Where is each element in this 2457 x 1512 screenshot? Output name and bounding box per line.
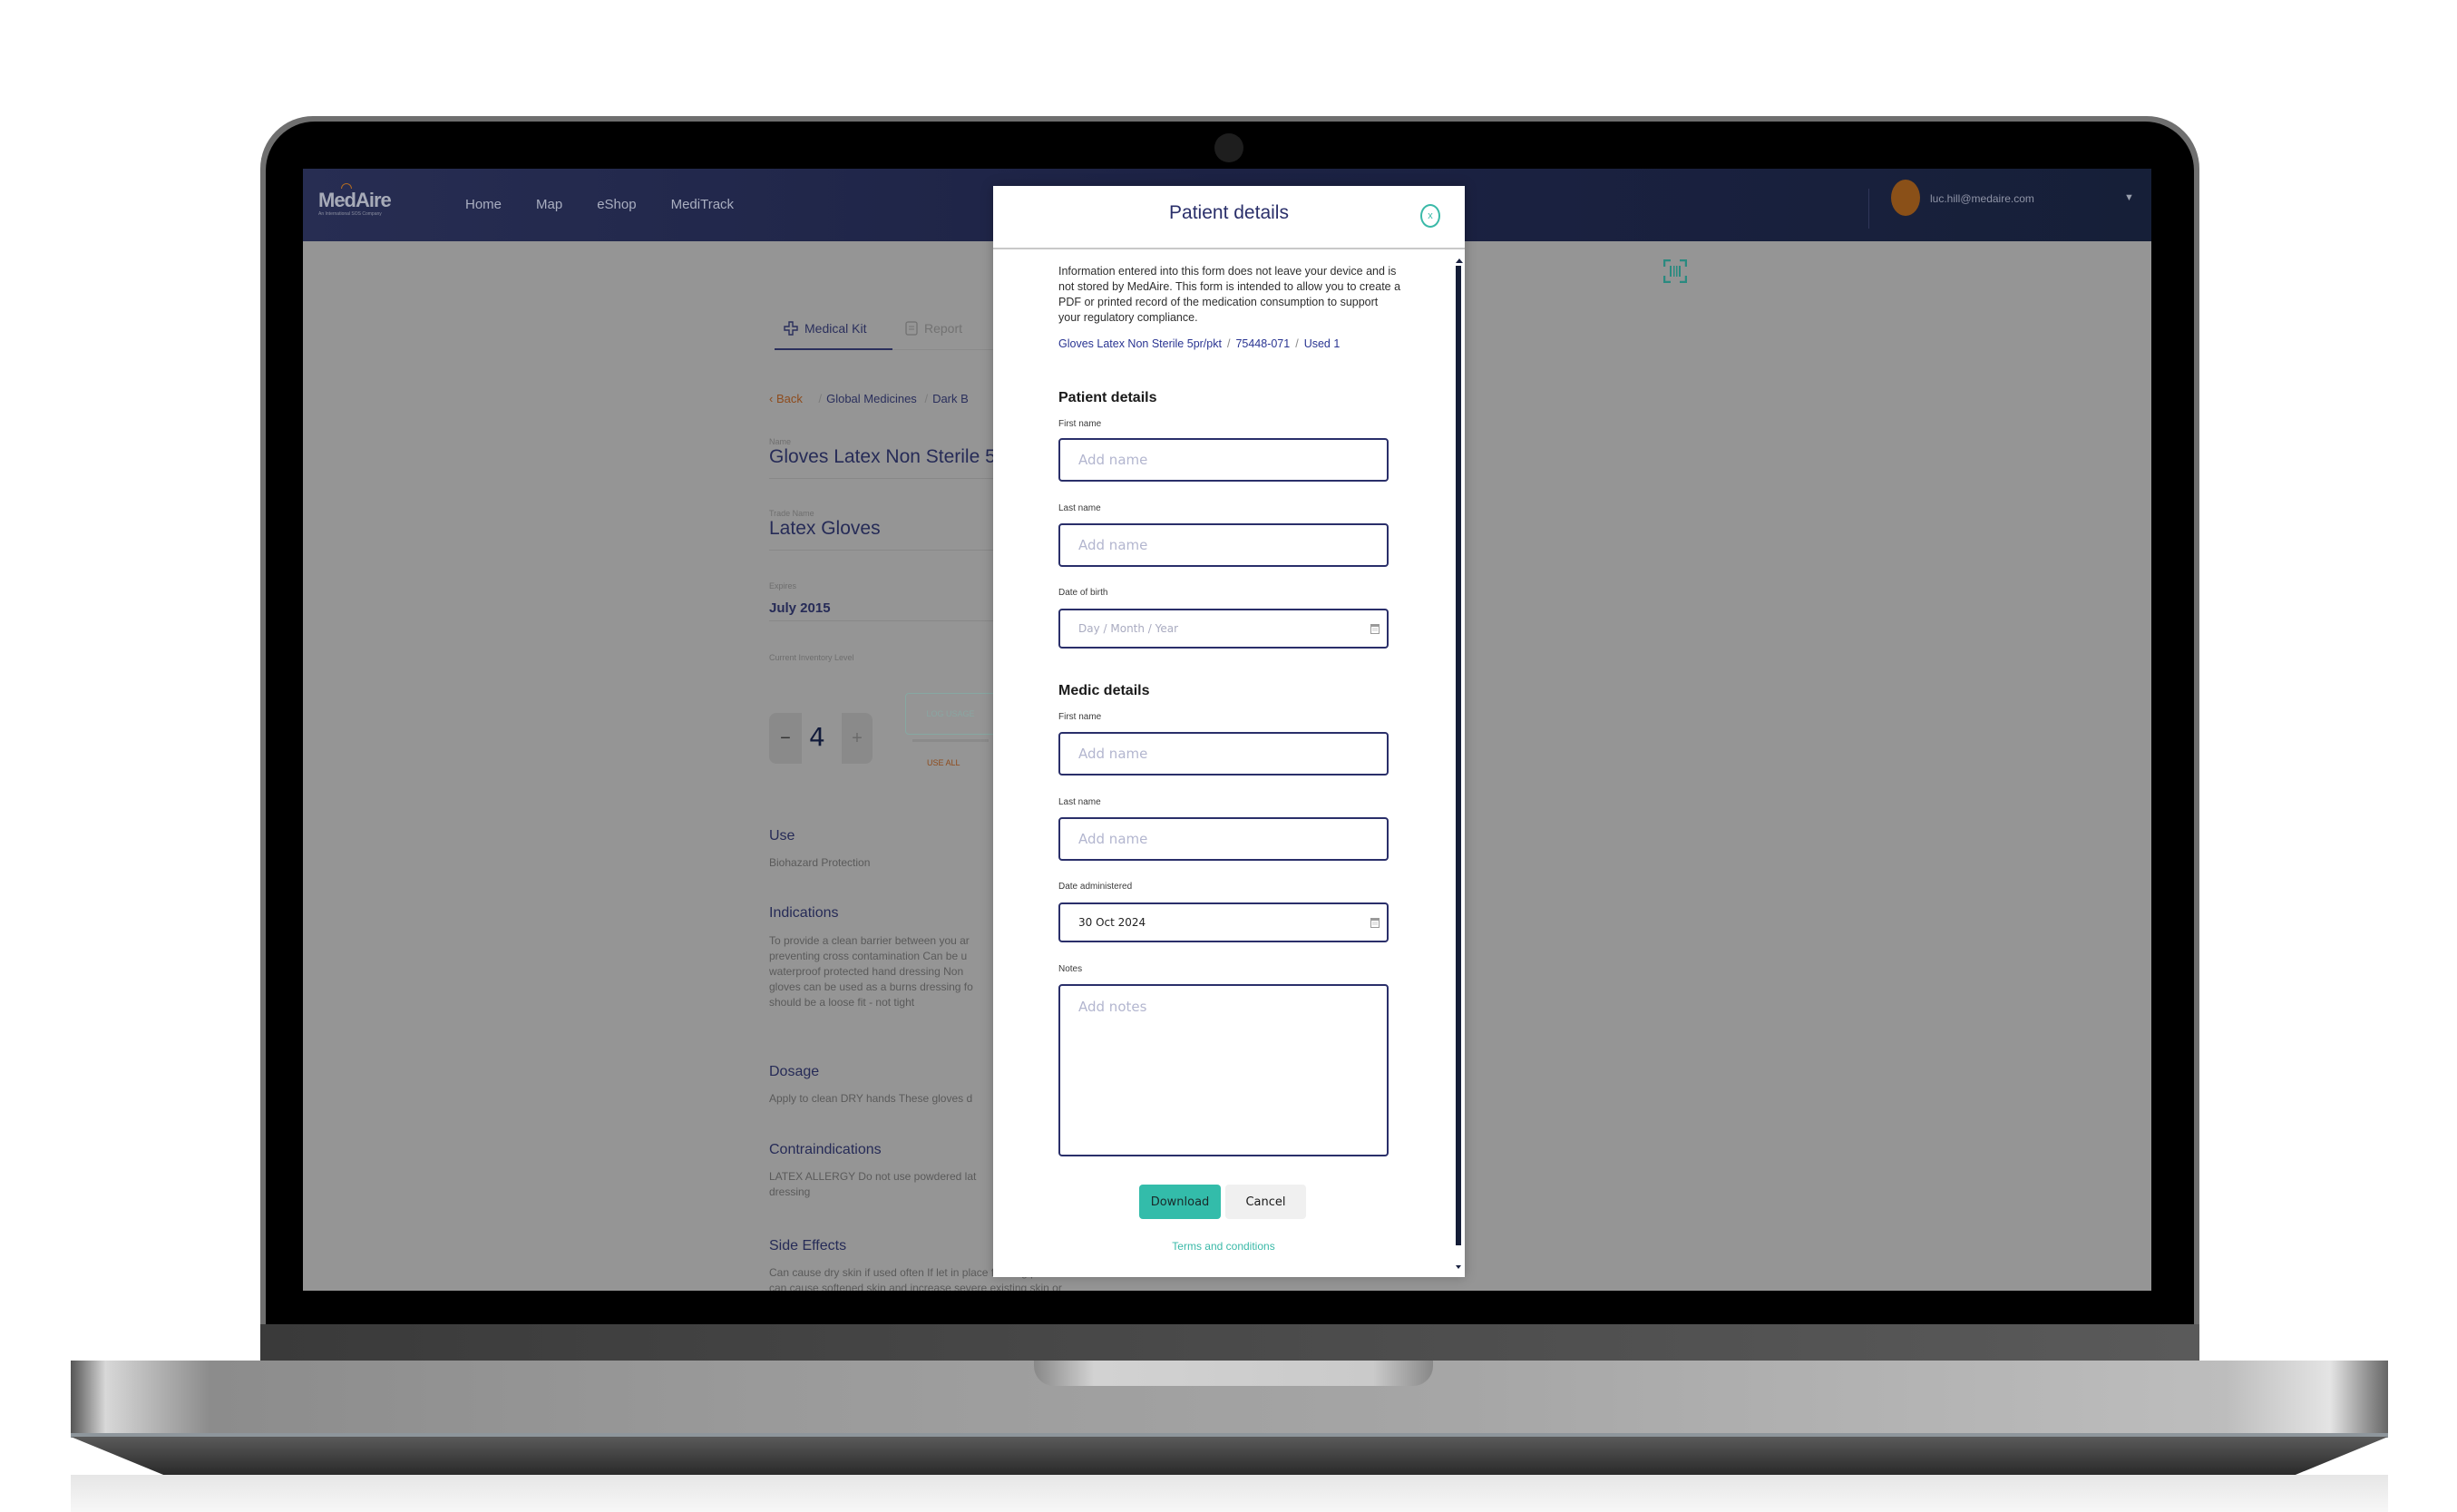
cancel-button[interactable]: Cancel [1225, 1185, 1306, 1219]
chevron-down-icon[interactable]: ▼ [2124, 192, 2134, 203]
terms-link[interactable]: Terms and conditions [993, 1240, 1454, 1253]
scroll-up-arrow-icon[interactable] [1456, 259, 1463, 263]
divider [769, 478, 996, 479]
divider [769, 620, 996, 621]
quantity-stepper: − 4 + [769, 713, 873, 764]
medaire-logo[interactable]: MedAire An International SOS Company [318, 183, 392, 217]
breadcrumb-dark[interactable]: Dark B [932, 392, 969, 405]
tab-bar: Medical Kit Report [775, 321, 1001, 350]
back-link[interactable]: ‹ Back [769, 392, 803, 405]
dob-label: Date of birth [1058, 588, 1108, 598]
logo-signal-icon [341, 183, 352, 189]
nav-map[interactable]: Map [536, 197, 562, 212]
clipboard-icon [905, 321, 918, 336]
use-all-button[interactable]: USE ALL [927, 758, 960, 767]
dosage-title: Dosage [769, 1064, 820, 1079]
breadcrumb: ‹ Back / Global Medicines / Dark B [769, 392, 969, 405]
name-label: Name [769, 437, 792, 446]
contraindications-text: LATEX ALLERGY Do not use powdered lat dr… [769, 1170, 977, 1198]
camera-icon [1214, 133, 1243, 162]
modal-header-divider [993, 248, 1465, 249]
trade-name-label: Trade Name [769, 509, 814, 518]
download-button[interactable]: Download [1139, 1185, 1221, 1219]
patient-last-name-input[interactable] [1058, 523, 1389, 567]
avatar[interactable] [1891, 180, 1920, 216]
medic-first-name-label: First name [1058, 712, 1102, 722]
laptop-opening-notch [1034, 1361, 1433, 1386]
medic-first-name-input[interactable] [1058, 732, 1389, 776]
modal-title: Patient details [1169, 202, 1289, 223]
scrollbar-thumb[interactable] [1456, 266, 1461, 1245]
active-tab-indicator [775, 348, 892, 350]
decrement-button[interactable]: − [769, 713, 802, 764]
use-text: Biohazard Protection [769, 856, 871, 869]
user-email[interactable]: luc.hill@medaire.com [1930, 192, 2034, 205]
trade-name: Latex Gloves [769, 518, 881, 539]
barcode-scan-icon[interactable] [1663, 259, 1687, 283]
close-icon[interactable]: x [1420, 204, 1440, 228]
tab-report[interactable]: Report [905, 321, 962, 336]
medic-section-title: Medic details [1058, 683, 1150, 698]
item-name: Gloves Latex Non Sterile 5 [769, 446, 996, 467]
meta-used: Used 1 [1303, 337, 1341, 350]
log-usage-button[interactable]: LOG USAGE [905, 693, 996, 735]
indications-text: To provide a clean barrier between you a… [769, 934, 973, 1009]
use-title: Use [769, 828, 795, 844]
medication-meta: Gloves Latex Non Sterile 5pr/pkt/75448-0… [1058, 337, 1341, 350]
nav-meditrack[interactable]: MediTrack [671, 197, 734, 212]
medic-last-name-input[interactable] [1058, 817, 1389, 861]
expires-value: July 2015 [769, 600, 831, 616]
date-administered-input[interactable] [1058, 902, 1389, 942]
modal-scrollbar[interactable] [1456, 259, 1463, 1273]
calendar-icon[interactable] [1370, 917, 1380, 928]
expires-label: Expires [769, 581, 797, 590]
increment-button[interactable]: + [842, 713, 873, 764]
divider [769, 550, 996, 551]
dosage-text: Apply to clean DRY hands These gloves d [769, 1092, 973, 1105]
contraindications-title: Contraindications [769, 1142, 882, 1157]
notes-label: Notes [1058, 964, 1083, 974]
laptop-base-bottom [71, 1437, 2388, 1475]
laptop-chin [260, 1324, 2199, 1365]
medic-last-name-label: Last name [1058, 797, 1101, 807]
meta-product: Gloves Latex Non Sterile 5pr/pkt [1058, 337, 1222, 350]
side-effects-title: Side Effects [769, 1238, 847, 1253]
patient-section-title: Patient details [1058, 390, 1157, 405]
laptop-reflection [71, 1475, 2388, 1512]
meta-code: 75448-071 [1235, 337, 1291, 350]
quantity-value: 4 [809, 722, 825, 752]
notes-textarea[interactable] [1058, 984, 1389, 1156]
breadcrumb-global-medicines[interactable]: Global Medicines [826, 392, 917, 405]
medical-cross-icon [784, 321, 798, 336]
privacy-notice: Information entered into this form does … [1058, 265, 1401, 324]
patient-first-name-label: First name [1058, 419, 1102, 429]
date-administered-label: Date administered [1058, 882, 1133, 892]
indications-title: Indications [769, 905, 839, 921]
scroll-down-arrow-icon[interactable] [1456, 1265, 1461, 1269]
tab-medical-kit[interactable]: Medical Kit [784, 321, 866, 336]
dob-input[interactable] [1058, 609, 1389, 649]
inventory-label: Current Inventory Level [769, 653, 854, 662]
nav-eshop[interactable]: eShop [597, 197, 636, 212]
calendar-icon[interactable] [1370, 623, 1380, 634]
nav-links: Home Map eShop MediTrack [465, 197, 768, 212]
patient-last-name-label: Last name [1058, 503, 1101, 513]
patient-details-modal: Patient details x Information entered in… [993, 186, 1465, 1277]
nav-divider [1868, 189, 1869, 229]
log-usage-bar [912, 739, 989, 742]
nav-home[interactable]: Home [465, 197, 502, 212]
patient-first-name-input[interactable] [1058, 438, 1389, 482]
tab-divider [892, 349, 1001, 350]
